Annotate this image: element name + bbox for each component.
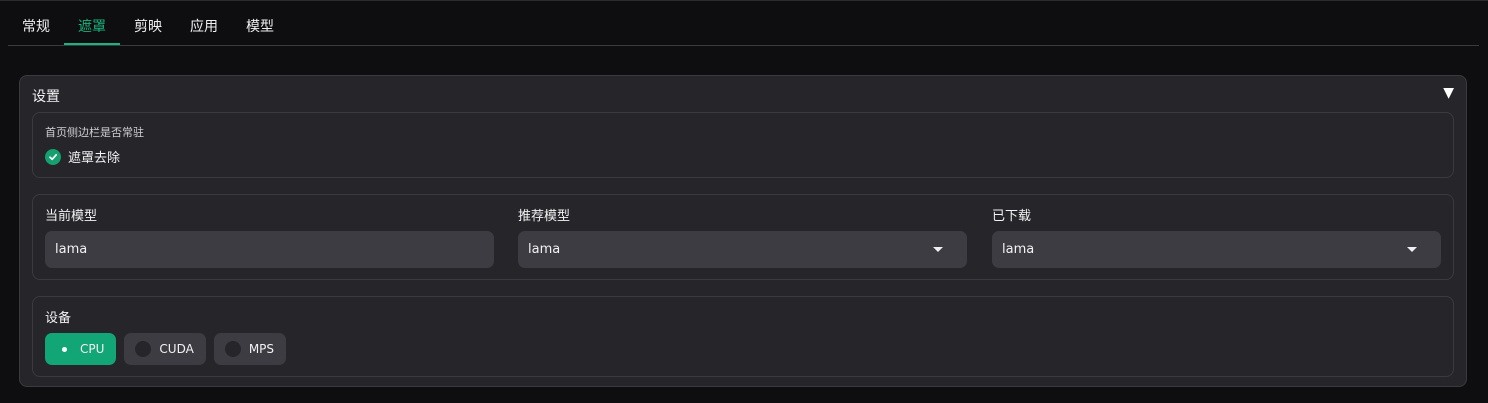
- check-circle-icon: [45, 148, 61, 165]
- recommended-model-value: lama: [528, 242, 561, 257]
- collapse-toggle-icon[interactable]: ▼: [1443, 85, 1454, 101]
- device-label: 设备: [45, 311, 72, 326]
- radio-unselected-icon: [224, 341, 241, 357]
- sidebar-setting-group: 首页侧边栏是否常驻 遮罩去除: [32, 112, 1454, 178]
- current-model-input[interactable]: lama: [45, 231, 494, 268]
- tab-jianying[interactable]: 剪映: [120, 10, 176, 45]
- device-option-label: MPS: [248, 342, 275, 356]
- mask-removal-checkbox[interactable]: 遮罩去除: [45, 147, 120, 166]
- top-divider: [0, 0, 1488, 1]
- current-model-label: 当前模型: [45, 209, 98, 224]
- radio-selected-icon: [56, 341, 72, 357]
- mask-removal-label: 遮罩去除: [68, 151, 121, 166]
- device-option-cuda[interactable]: CUDA: [124, 333, 206, 365]
- device-option-mps[interactable]: MPS: [213, 333, 287, 365]
- recommended-model-select[interactable]: lama: [518, 231, 967, 268]
- device-option-label: CPU: [80, 342, 105, 356]
- model-settings-group: 当前模型 lama 推荐模型 lama 已下载 lama: [32, 194, 1454, 280]
- recommended-model-label: 推荐模型: [518, 209, 571, 224]
- tab-apps[interactable]: 应用: [176, 10, 232, 45]
- chevron-down-icon: [1407, 247, 1417, 252]
- tab-mask[interactable]: 遮罩: [64, 10, 120, 45]
- device-settings-group: 设备 CPU CUDA MPS: [32, 296, 1454, 377]
- tab-general[interactable]: 常规: [8, 10, 64, 45]
- downloaded-label: 已下载: [992, 209, 1032, 224]
- sidebar-setting-label: 首页侧边栏是否常驻: [45, 126, 144, 139]
- panel-title: 设置: [32, 89, 60, 105]
- device-radio-group: CPU CUDA MPS: [45, 333, 287, 365]
- device-option-cpu[interactable]: CPU: [45, 333, 117, 365]
- tab-bar: 常规 遮罩 剪映 应用 模型: [8, 10, 1479, 46]
- tab-models[interactable]: 模型: [232, 10, 288, 45]
- settings-panel: 设置 ▼ 首页侧边栏是否常驻 遮罩去除 当前模型 lama 推荐模型 lama …: [19, 75, 1467, 387]
- chevron-down-icon: [933, 247, 943, 252]
- downloaded-model-value: lama: [1002, 242, 1035, 257]
- device-option-label: CUDA: [159, 342, 194, 356]
- radio-unselected-icon: [135, 341, 152, 357]
- downloaded-model-select[interactable]: lama: [992, 231, 1441, 268]
